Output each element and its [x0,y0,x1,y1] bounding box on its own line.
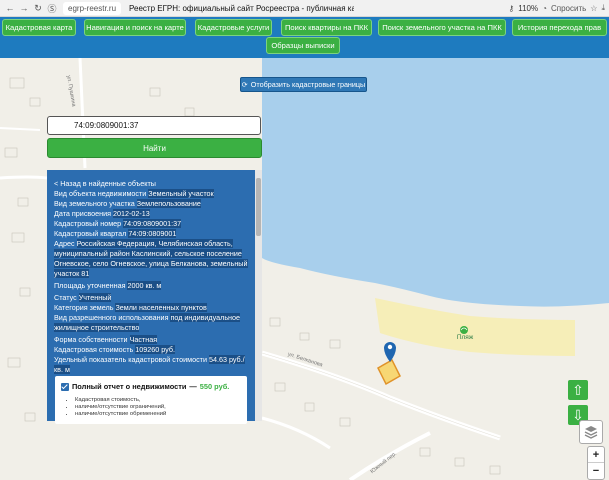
back-arrow-icon[interactable]: ← [3,1,17,15]
show-cadastral-borders-label: Отобразить кадастровые границы [250,80,366,89]
info-row-status: Статус Учтенный [54,293,112,302]
nav-apartment-search[interactable]: Поиск квартиры на ПКК [281,19,372,36]
back-to-results-link[interactable]: < Назад в найденные объекты [54,179,251,189]
address-text: egrp-reestr.ru [68,3,117,13]
info-row-object-type: Вид объекта недвижимости Земельный участ… [54,189,214,198]
yandex-icon[interactable]: Ⓢ [45,1,59,15]
info-row-ownership: Форма собственности Частная [54,335,158,344]
cadastral-number-input[interactable] [47,116,261,135]
info-row-cadastral-cost: Кадастровая стоимость 109260 руб. [54,345,175,354]
report-price: 550 руб. [199,382,230,391]
zoom-in-button[interactable]: + [588,447,604,463]
info-row-cadastral-quarter: Кадастровый квартал 74:09:0809001 [54,229,177,238]
parcel-outline[interactable] [377,358,401,386]
nav-cadastral-map[interactable]: Кадастровая карта [2,19,76,36]
report-item: Кадастровая стоимость, [75,397,243,404]
address-bar[interactable]: egrp-reestr.ru [63,1,122,15]
map-zoom-control: + − [587,446,605,480]
reload-icon[interactable]: ↻ [31,1,45,15]
download-icon[interactable]: ⤓ [601,3,605,13]
panel-scrollbar-thumb[interactable] [256,178,261,236]
ask-button[interactable]: Спросить [551,4,586,13]
report-dash: — [189,382,197,391]
report-item: наличие/отсутствие ограничений, [75,404,243,411]
info-row-area: Площадь уточненная 2000 кв. м [54,281,162,290]
refresh-icon: ⟳ [241,80,248,89]
page-title: Реестр ЕГРН: официальный сайт Росреестра… [129,3,355,13]
report-title: Полный отчет о недвижимости [72,382,187,391]
info-row-address: Адрес Российская Федерация, Челябинская … [54,239,248,278]
find-button[interactable]: Найти [47,138,262,158]
info-row-specific-cost: Удельный показатель кадастровой стоимост… [54,355,245,374]
panel-scrollbar[interactable] [255,170,262,421]
site-nav: Кадастровая карта Навигация и поиск на к… [0,17,609,58]
layers-icon[interactable] [579,420,603,444]
zoom-level[interactable]: 110% [518,4,538,13]
full-report-card[interactable]: Полный отчет о недвижимости — 550 руб. К… [55,376,247,424]
nav-rights-history[interactable]: История перехода прав [512,19,607,36]
info-row-land-type: Вид земельного участка Землепользование [54,199,201,208]
arrow-up-icon[interactable]: ⇧ [568,380,588,400]
nav-cadastral-services[interactable]: Кадастровые услуги [195,19,272,36]
nav-land-search[interactable]: Поиск земельного участка на ПКК [378,19,506,36]
info-row-permitted-use: Вид разрешенного использования под индив… [54,313,241,332]
show-cadastral-borders-button[interactable]: ⟳ Отобразить кадастровые границы [240,77,367,92]
report-checkbox[interactable] [61,382,69,391]
info-row-cadastral-number: Кадастровый номер 74:09:0809001:37 [54,219,182,228]
beach-label: Пляж [456,334,474,341]
forward-arrow-icon[interactable]: → [17,1,31,15]
ask-icon[interactable]: ◔ [542,4,547,13]
nav-sample-extracts[interactable]: Образцы выписки [266,37,340,54]
key-icon[interactable]: ⚷ [508,4,514,13]
info-row-assign-date: Дата присвоения 2012-02-13 [54,209,150,218]
info-row-land-category: Категория земель Земли населенных пункто… [54,303,207,312]
star-icon[interactable]: ☆ [590,4,597,13]
nav-navigation-search[interactable]: Навигация и поиск на карте [84,19,186,36]
zoom-out-button[interactable]: − [588,463,604,479]
report-item: наличие/отсутствие обременений [75,411,243,418]
browser-toolbar: ← → ↻ Ⓢ egrp-reestr.ru Реестр ЕГРН: офиц… [0,0,609,17]
